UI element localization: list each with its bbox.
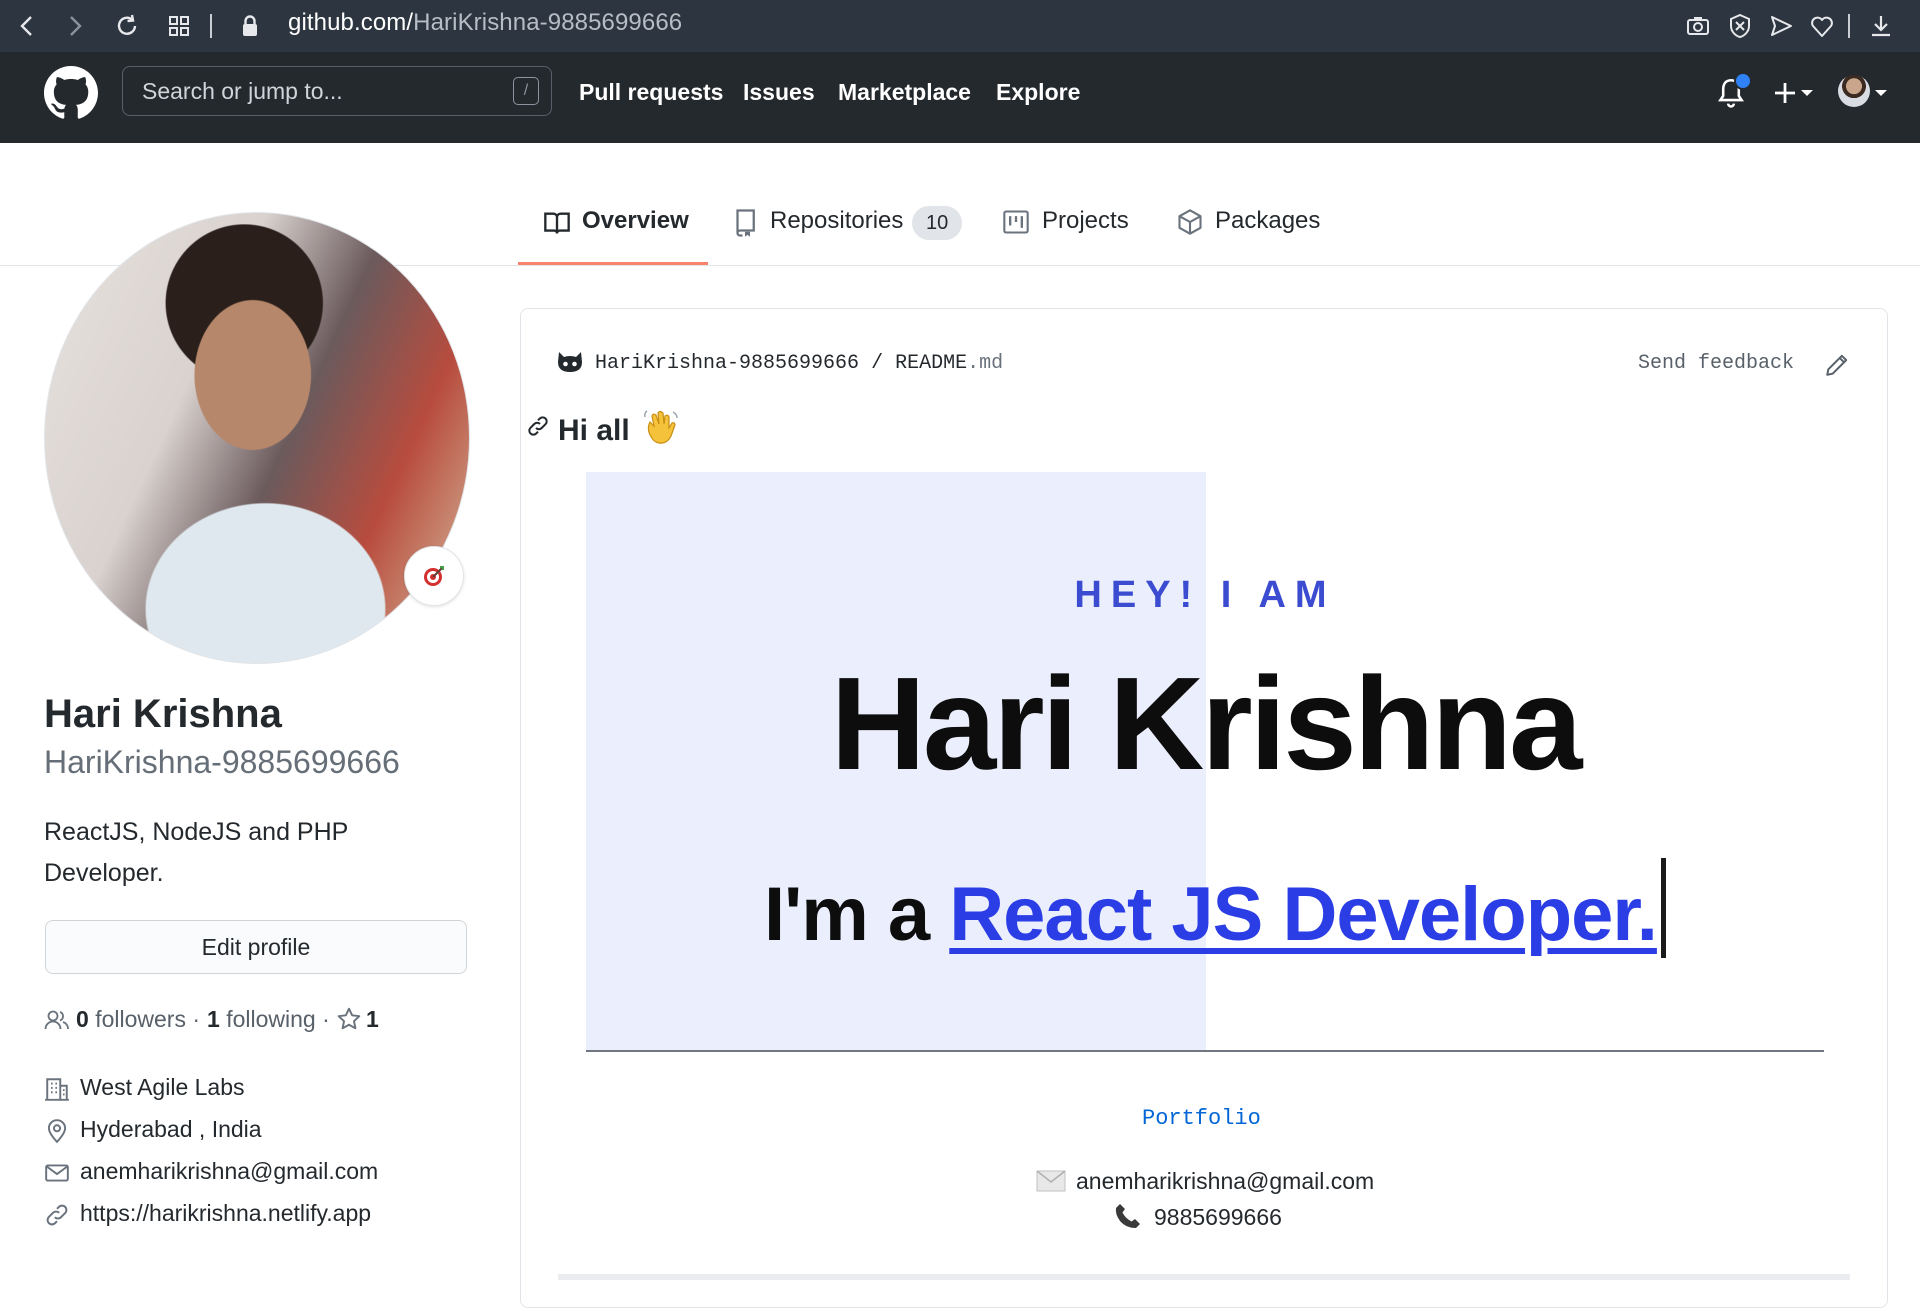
search-placeholder: Search or jump to... [142,78,343,104]
mail-icon [45,1164,69,1182]
building-icon [45,1078,69,1101]
following-link[interactable]: 1 following · [207,1006,330,1033]
stars-count: 1 [366,1006,379,1032]
repo-icon [736,209,755,237]
address-bar[interactable]: github.com/HariKrishna-9885699666 [288,9,682,37]
followers-link[interactable]: 0 followers · [76,1006,200,1033]
location-pin-icon [47,1119,67,1144]
back-icon[interactable] [12,11,42,41]
company-text: West Agile Labs [80,1074,245,1100]
send-icon[interactable] [1766,11,1796,41]
chevron-down-icon[interactable] [1800,88,1814,98]
star-icon [337,1007,361,1030]
url-host: github.com/ [288,9,414,36]
send-feedback-link[interactable]: Send feedback [1638,352,1794,375]
pencil-icon[interactable] [1824,352,1850,378]
status-badge[interactable] [404,546,464,606]
user-avatar-menu[interactable] [1838,75,1870,107]
readme-divider [558,1274,1850,1280]
search-input[interactable]: Search or jump to... / [122,66,552,116]
tab-repositories[interactable]: Repositories [770,207,903,235]
profile-bio: ReactJS, NodeJS and PHP Developer. [44,818,348,887]
typing-banner-image: HEY! I AM Hari Krishna I'm a React JS De… [586,472,1824,1052]
notification-dot [1734,72,1752,90]
forward-icon[interactable] [60,11,90,41]
dart-target-icon [424,566,444,586]
lock-icon [243,15,257,36]
shield-icon[interactable] [1725,11,1755,41]
toolbar-separator [1848,14,1850,38]
website-link[interactable]: https://harikrishna.netlify.app [80,1200,371,1227]
readme-repo-link[interactable]: HariKrishna-9885699666 [595,352,859,375]
toolbar-separator [210,14,212,38]
telephone-icon [1115,1204,1140,1228]
chevron-down-icon[interactable] [1874,88,1888,98]
people-icon [44,1010,69,1030]
heart-icon[interactable] [1807,11,1837,41]
tab-projects[interactable]: Projects [1042,207,1129,235]
banner-name-text: Hari Krishna [830,650,1583,797]
book-icon [544,212,570,234]
readme-path: HariKrishna-9885699666 / README.md [595,352,1003,375]
nav-pull-requests[interactable]: Pull requests [579,79,723,106]
tab-packages[interactable]: Packages [1215,207,1320,235]
followers-count: 0 [76,1006,89,1032]
readme-heading-text: Hi all [558,414,630,447]
nav-issues[interactable]: Issues [743,79,815,106]
readme-file-ext: .md [967,352,1004,375]
banner-role-text: React JS Developer. [949,872,1658,957]
download-icon[interactable] [1866,11,1896,41]
following-label: following [226,1006,316,1032]
readme-heading: Hi all [558,408,680,448]
link-icon [46,1204,68,1226]
camera-icon[interactable] [1683,11,1713,41]
plus-icon[interactable] [1770,78,1800,108]
following-count: 1 [207,1006,220,1032]
stars-link[interactable]: 1 [366,1006,379,1033]
followers-label: followers [95,1006,186,1032]
readme-file-name: README [895,352,968,375]
search-shortcut-key: / [513,77,539,105]
banner-hey-text: HEY! I AM [1074,574,1336,616]
location-text: Hyderabad , India [80,1116,262,1142]
banner-role-prefix: I'm a [764,872,930,957]
nav-explore[interactable]: Explore [996,79,1080,106]
contact-phone[interactable]: 9885699666 [1154,1204,1282,1231]
path-separator: / [871,352,884,375]
nav-marketplace[interactable]: Marketplace [838,79,971,106]
github-header: Search or jump to... / Pull requests Iss… [0,52,1920,143]
profile-full-name: Hari Krishna [44,692,282,736]
github-logo-icon[interactable] [44,66,98,120]
edit-profile-button[interactable]: Edit profile [45,920,467,974]
banner-baseline [586,1050,1824,1052]
envelope-icon [1036,1170,1066,1192]
package-icon [1178,209,1202,235]
anchor-link-icon[interactable] [526,414,550,438]
browser-toolbar: github.com/HariKrishna-9885699666 [0,0,1920,52]
octocat-icon [558,352,582,372]
tab-overview[interactable]: Overview [582,207,689,235]
profile-avatar[interactable] [44,212,470,664]
portfolio-link[interactable]: Portfolio [1142,1106,1261,1131]
project-board-icon [1003,210,1029,234]
email-link[interactable]: anemharikrishna@gmail.com [80,1158,378,1185]
banner-role-line: I'm a React JS Developer. [764,858,1666,958]
repositories-count-badge: 10 [912,206,963,240]
reload-icon[interactable] [112,11,142,41]
waving-hand-icon [644,410,678,444]
tabs-grid-icon[interactable] [164,11,194,41]
url-path: HariKrishna-9885699666 [413,9,683,36]
typing-caret [1660,858,1666,958]
profile-username: HariKrishna-9885699666 [44,744,400,780]
contact-email[interactable]: anemharikrishna@gmail.com [1076,1168,1374,1195]
